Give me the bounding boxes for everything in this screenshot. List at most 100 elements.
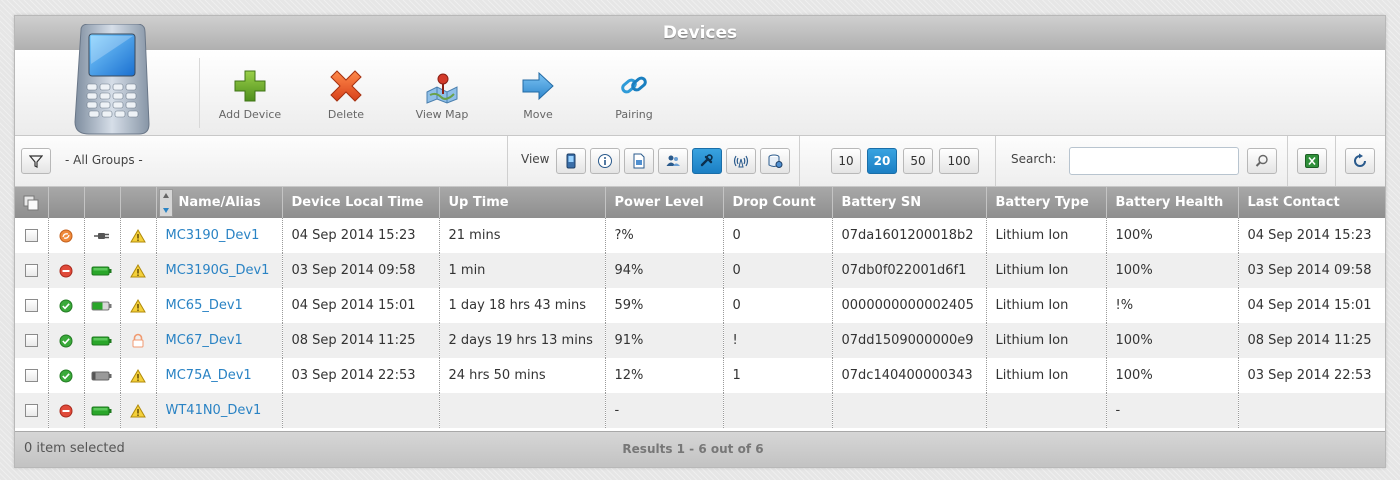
mobile-device-image: [74, 24, 150, 135]
row-checkbox[interactable]: [24, 404, 38, 417]
table-row[interactable]: MC75A_Dev1 03 Sep 2014 22:53 24 hrs 50 min…: [15, 358, 1385, 393]
view-device-button[interactable]: [556, 148, 586, 174]
table-row[interactable]: MC3190_Dev1 04 Sep 2014 15:23 21 mins?% 0 07…: [15, 218, 1385, 253]
cell-power-level: 91%: [605, 323, 724, 358]
device-name-link[interactable]: WT41N0_Dev1: [166, 403, 262, 418]
view-tools-button[interactable]: [692, 148, 722, 174]
cell-battery-type: [986, 393, 1107, 428]
cell-local-time: 04 Sep 2014 15:23: [282, 218, 440, 253]
search-button[interactable]: [1247, 148, 1277, 174]
view-signal-button[interactable]: [726, 148, 756, 174]
export-excel-button[interactable]: [1297, 148, 1327, 174]
cell-uptime: 2 days 19 hrs 13 mins: [439, 323, 606, 358]
table-row[interactable]: WT41N0_Dev1 - -: [15, 393, 1385, 428]
alert-cell: [120, 253, 157, 288]
column-header-power-level[interactable]: Power Level: [605, 187, 724, 218]
column-header-drop-count[interactable]: Drop Count: [723, 187, 833, 218]
power-cell: [84, 218, 121, 253]
device-name-link[interactable]: MC3190_Dev1: [166, 228, 260, 243]
funnel-icon: [29, 155, 43, 168]
view-map-button[interactable]: View Map: [397, 68, 487, 121]
cell-drop-count: !: [723, 323, 833, 358]
column-header-local-time[interactable]: Device Local Time: [282, 187, 440, 218]
column-header-battery-health[interactable]: Battery Health: [1106, 187, 1239, 218]
row-checkbox[interactable]: [24, 264, 38, 277]
cell-name: WT41N0_Dev1: [156, 393, 283, 428]
phone-icon: [566, 153, 576, 169]
cell-battery-type: Lithium Ion: [986, 288, 1107, 323]
row-checkbox-cell[interactable]: [15, 323, 49, 358]
signal-icon: [733, 155, 749, 168]
sort-control[interactable]: [158, 189, 173, 217]
move-button[interactable]: Move: [493, 68, 583, 121]
device-name-link[interactable]: MC65_Dev1: [166, 298, 243, 313]
cell-battery-health: -: [1106, 393, 1239, 428]
column-header-name[interactable]: Name/Alias: [156, 187, 283, 218]
page-size-label: 100: [947, 154, 971, 168]
status-cell: [48, 218, 85, 253]
x-icon: [330, 70, 362, 102]
results-summary: Results 1 - 6 out of 6: [622, 442, 764, 456]
column-header-battery-type[interactable]: Battery Type: [986, 187, 1107, 218]
row-checkbox-cell[interactable]: [15, 358, 49, 393]
page-size-20[interactable]: 20: [867, 148, 897, 174]
device-name-link[interactable]: MC3190G_Dev1: [166, 263, 270, 278]
table-body: MC3190_Dev1 04 Sep 2014 15:23 21 mins?% 0 07…: [15, 218, 1385, 428]
cell-battery-sn: 07dc140400000343: [832, 358, 987, 393]
table-row[interactable]: MC65_Dev1 04 Sep 2014 15:01 1 day 18 hrs 4…: [15, 288, 1385, 323]
power-cell: [84, 393, 121, 428]
devices-panel: Devices Add Device Delete View Map Move …: [14, 15, 1386, 468]
row-checkbox[interactable]: [24, 369, 38, 382]
disconnected-status-icon: [59, 404, 73, 417]
warning-icon: [130, 368, 146, 382]
column-header-last-contact[interactable]: Last Contact: [1238, 187, 1385, 218]
select-all-header[interactable]: [15, 187, 49, 218]
page-size-100[interactable]: 100: [939, 148, 979, 174]
filter-button[interactable]: [21, 148, 51, 174]
view-storage-button[interactable]: [760, 148, 790, 174]
row-checkbox-cell[interactable]: [15, 393, 49, 428]
ok-status-icon: [59, 334, 73, 347]
search-label: Search:: [1011, 152, 1057, 166]
cell-power-level: 12%: [605, 358, 724, 393]
status-cell: [48, 358, 85, 393]
page-size-10[interactable]: 10: [831, 148, 861, 174]
toolbar-separator: [199, 58, 200, 128]
row-checkbox-cell[interactable]: [15, 288, 49, 323]
table-row[interactable]: MC3190G_Dev1 03 Sep 2014 09:58 1 min 94% 0 07…: [15, 253, 1385, 288]
column-header-battery-sn[interactable]: Battery SN: [832, 187, 987, 218]
filter-separator: [995, 136, 996, 186]
cell-drop-count: 1: [723, 358, 833, 393]
view-users-button[interactable]: [658, 148, 688, 174]
page-size-50[interactable]: 50: [903, 148, 933, 174]
cell-drop-count: [723, 393, 833, 428]
delete-button[interactable]: Delete: [301, 68, 391, 121]
view-apps-button[interactable]: [624, 148, 654, 174]
view-info-button[interactable]: [590, 148, 620, 174]
alert-cell: [120, 288, 157, 323]
cell-battery-type: Lithium Ion: [986, 218, 1107, 253]
pairing-button[interactable]: Pairing: [589, 68, 679, 121]
cell-battery-sn: 07da1601200018b2: [832, 218, 987, 253]
row-checkbox[interactable]: [24, 229, 38, 242]
add-device-button[interactable]: Add Device: [205, 68, 295, 121]
alert-column-header: [120, 187, 157, 218]
table-row[interactable]: MC67_Dev1 08 Sep 2014 11:25 2 days 19 hrs …: [15, 323, 1385, 358]
refresh-button[interactable]: [1345, 148, 1375, 174]
cell-battery-sn: 0000000000002405: [832, 288, 987, 323]
cell-power-level: 94%: [605, 253, 724, 288]
document-icon: [633, 153, 645, 169]
row-checkbox[interactable]: [24, 334, 38, 347]
status-cell: [48, 323, 85, 358]
row-checkbox[interactable]: [24, 299, 38, 312]
device-name-link[interactable]: MC67_Dev1: [166, 333, 243, 348]
row-checkbox-cell[interactable]: [15, 253, 49, 288]
filter-separator: [1335, 136, 1336, 186]
device-name-link[interactable]: MC75A_Dev1: [166, 368, 252, 383]
search-input[interactable]: [1069, 147, 1239, 175]
column-header-uptime[interactable]: Up Time: [439, 187, 606, 218]
row-checkbox-cell[interactable]: [15, 218, 49, 253]
group-selector[interactable]: - All Groups -: [65, 153, 143, 167]
filter-bar: - All Groups - View 10 20 50 100 Search:: [15, 136, 1385, 187]
toolbar: Add Device Delete View Map Move Pairing: [15, 24, 1385, 136]
